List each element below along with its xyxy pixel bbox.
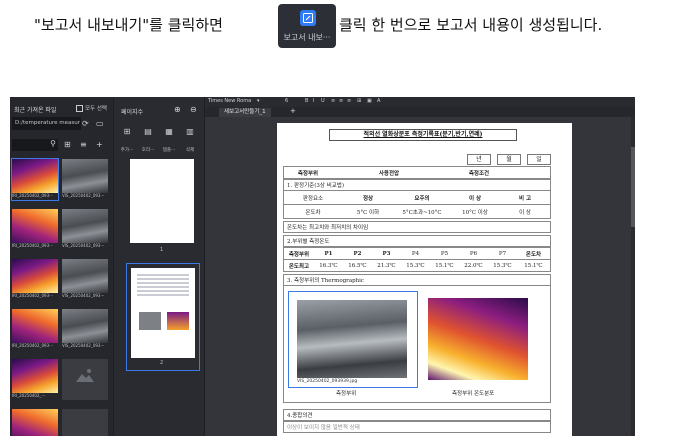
year-field[interactable]: 년 xyxy=(467,154,491,165)
horizontal-page-button[interactable]: ▤ 호리··· xyxy=(139,127,157,155)
italic-icon[interactable]: I xyxy=(313,98,314,104)
opinion-row[interactable]: 이상이 보이지 않음 일반적 상태 xyxy=(283,421,551,433)
underline-icon[interactable]: U xyxy=(321,98,325,104)
visible-photo[interactable]: VIS_20250402_093939.jpg xyxy=(288,291,418,388)
align-right-icon[interactable]: ≡ xyxy=(347,98,351,104)
instruction-text-before: "보고서 내보내기"를 클릭하면 xyxy=(34,16,223,34)
list-view-icon[interactable]: ≡ xyxy=(80,140,87,149)
align-left-icon[interactable]: ≡ xyxy=(331,98,335,104)
align-center-icon[interactable]: ≡ xyxy=(339,98,343,104)
delete-page-button[interactable]: ▥ 삭제 xyxy=(181,127,199,155)
page-thumb-2-selected[interactable]: 2 xyxy=(126,263,200,371)
tab-new-report[interactable]: 새보고서만들기_1 xyxy=(219,108,271,117)
caption-thermal: 측정부위 온도분포 xyxy=(452,391,495,397)
section-4-heading[interactable]: 4.종합의견 xyxy=(283,409,551,421)
file-thumb[interactable] xyxy=(12,409,58,436)
template-button[interactable]: ▦ 템플··· xyxy=(160,127,178,155)
add-page-button[interactable]: ⊞ 추가··· xyxy=(118,127,136,155)
grid-view-icon[interactable]: ⊞ xyxy=(64,140,71,149)
page-number-2: 2 xyxy=(160,360,164,366)
criteria-value-row[interactable]: 온도차 5°C 이하 5°C초과~10°C 10°C 이상 이 상 xyxy=(283,204,551,219)
section-2-heading[interactable]: 2.부위별 측정온도 xyxy=(283,235,551,247)
file-thumb[interactable]: IRI_20250402_··· xyxy=(12,359,58,400)
text-color-icon[interactable]: A xyxy=(377,98,380,104)
month-field[interactable]: 월 xyxy=(497,154,521,165)
search-icon: ⚲ xyxy=(50,139,56,148)
insert-table-icon[interactable]: ⊞ xyxy=(357,98,361,104)
file-thumb[interactable]: VIS_20250402_093··· xyxy=(62,259,108,300)
editor-scrollbar[interactable] xyxy=(631,117,635,436)
info-row[interactable]: 측정부위 사용전압 측정조건 xyxy=(283,166,551,179)
instruction-text-after: 클릭 한 번으로 보고서 내용이 생성됩니다. xyxy=(339,16,603,34)
day-field[interactable]: 일 xyxy=(527,154,551,165)
file-thumb-placeholder[interactable] xyxy=(62,409,108,436)
criteria-header-row[interactable]: 판정요소 정상 요주의 이 상 비 고 xyxy=(283,190,551,205)
bold-icon[interactable]: B xyxy=(305,98,308,104)
page-thumb-1[interactable] xyxy=(130,159,194,243)
format-toolbar: Times New Roma ▾ 6 B I U ≡ ≡ ≡ ⊞ ▣ A xyxy=(205,97,635,107)
font-size-select[interactable]: 6 xyxy=(285,98,288,104)
report-title[interactable]: 적외선 열화상분포 측정기록표(분기,반기,연례) xyxy=(329,129,517,141)
insert-image-icon[interactable]: ▣ xyxy=(367,98,372,104)
report-page[interactable]: 적외선 열화상분포 측정기록표(분기,반기,연례) 년 월 일 측정부위 사용전… xyxy=(277,123,572,436)
file-thumb[interactable]: VIS_20250402_093··· xyxy=(62,209,108,250)
file-thumb[interactable]: VIS_20250402_093··· xyxy=(62,309,108,350)
zoom-in-icon[interactable]: ⊕ xyxy=(174,105,181,114)
search-input[interactable]: ⚲ xyxy=(12,139,58,151)
visible-filename: VIS_20250402_093939.jpg xyxy=(297,379,358,384)
trash-icon: ▥ xyxy=(186,127,194,136)
recent-files-title: 최근 가져온 파일 xyxy=(14,107,57,114)
chevron-down-icon[interactable]: ▾ xyxy=(257,98,260,104)
instruction-line: "보고서 내보내기"를 클릭하면 보고서 내보··· 클릭 한 번으로 보고서 … xyxy=(0,0,684,52)
page-icon: ▤ xyxy=(144,127,152,136)
thermal-image[interactable] xyxy=(428,298,528,380)
file-thumb[interactable]: IRI_20250402_093··· xyxy=(12,209,58,250)
add-icon[interactable]: + xyxy=(96,140,103,149)
export-report-button[interactable]: 보고서 내보··· xyxy=(278,4,336,48)
document-tabbar: 새보고서만들기_1 + xyxy=(205,107,635,117)
export-report-label: 보고서 내보··· xyxy=(283,33,331,42)
image-placeholder-icon xyxy=(76,369,94,382)
recent-files-panel: 최근 가져온 파일 모두 선택 D:/temperature measur ⟳ … xyxy=(10,97,113,436)
file-thumb[interactable]: VIS_20250402_093··· xyxy=(62,159,108,200)
file-thumb[interactable]: IRI_20250402_093··· xyxy=(12,259,58,300)
folder-icon[interactable]: ▭ xyxy=(96,119,104,128)
thermographic-photo-box[interactable]: VIS_20250402_093939.jpg 측정부위 측정부위 온도분포 xyxy=(283,285,551,403)
add-page-icon: ⊞ xyxy=(123,127,131,136)
report-editor: Times New Roma ▾ 6 B I U ≡ ≡ ≡ ⊞ ▣ A 새보고… xyxy=(205,97,635,436)
folder-path-input[interactable]: D:/temperature measur xyxy=(12,117,81,130)
file-thumb-placeholder[interactable] xyxy=(62,359,108,400)
select-all-checkbox[interactable]: 모두 선택 xyxy=(76,104,107,112)
add-tab-icon[interactable]: + xyxy=(290,107,296,115)
app-window: 최근 가져온 파일 모두 선택 D:/temperature measur ⟳ … xyxy=(10,97,635,436)
temp-value-row[interactable]: 온도최고 16.3℃ 16.5℃ 21.3℃ 15.3℃ 15.1℃ 22.0℃… xyxy=(283,259,551,272)
page-number-1: 1 xyxy=(160,247,164,253)
font-family-select[interactable]: Times New Roma xyxy=(208,98,251,104)
pages-panel-title: 페이지수 xyxy=(121,109,144,116)
pages-panel: 페이지수 ⊕ ⊖ ⊞ 추가··· ▤ 호리··· ▦ 템플··· ▥ 삭제 1 2 xyxy=(114,97,204,436)
caption-visible: 측정부위 xyxy=(336,391,357,397)
file-thumb[interactable]: IRI_20250402_093··· xyxy=(12,309,58,350)
visible-image xyxy=(297,300,407,378)
edit-report-icon xyxy=(300,10,316,26)
file-thumb[interactable]: IRI_20250402_093··· xyxy=(11,158,59,201)
zoom-out-icon[interactable]: ⊖ xyxy=(190,105,197,114)
refresh-icon[interactable]: ⟳ xyxy=(82,119,89,128)
template-icon: ▦ xyxy=(165,127,173,136)
note-row[interactable]: 온도차는 최고치와 최저치의 차이임 xyxy=(283,221,551,233)
